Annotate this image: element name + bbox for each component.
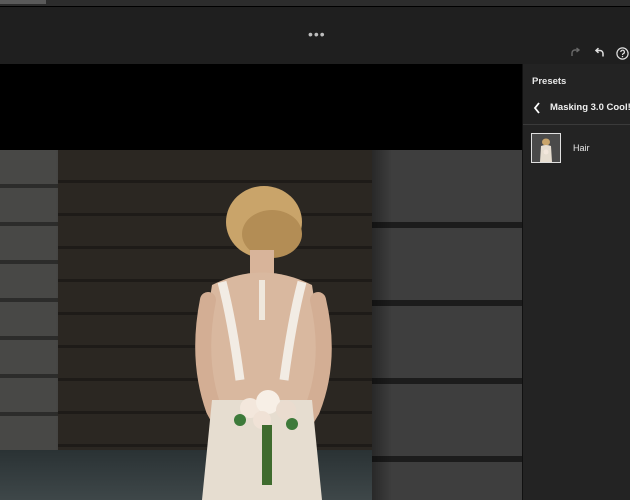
photo	[0, 150, 522, 500]
title-strip	[0, 0, 630, 7]
bride-figure	[195, 186, 332, 500]
more-options-icon[interactable]: •••	[308, 26, 326, 42]
window-tab[interactable]	[0, 0, 46, 4]
preset-group-name: Masking 3.0 Cool!	[550, 102, 630, 113]
preset-thumbnail	[531, 133, 561, 163]
image-canvas[interactable]	[0, 64, 522, 500]
help-icon[interactable]	[614, 45, 630, 61]
panel-title: Presets	[532, 76, 567, 87]
presets-panel: Presets Masking 3.0 Cool! Hair	[522, 64, 630, 500]
undo-icon[interactable]	[592, 45, 608, 61]
preset-group-header[interactable]: Masking 3.0 Cool!	[523, 94, 630, 125]
top-toolbar: •••	[0, 7, 630, 64]
chevron-left-icon[interactable]	[532, 101, 544, 115]
preset-item-label: Hair	[573, 143, 590, 153]
redo-icon[interactable]	[567, 45, 583, 61]
preset-item-hair[interactable]: Hair	[523, 130, 630, 166]
